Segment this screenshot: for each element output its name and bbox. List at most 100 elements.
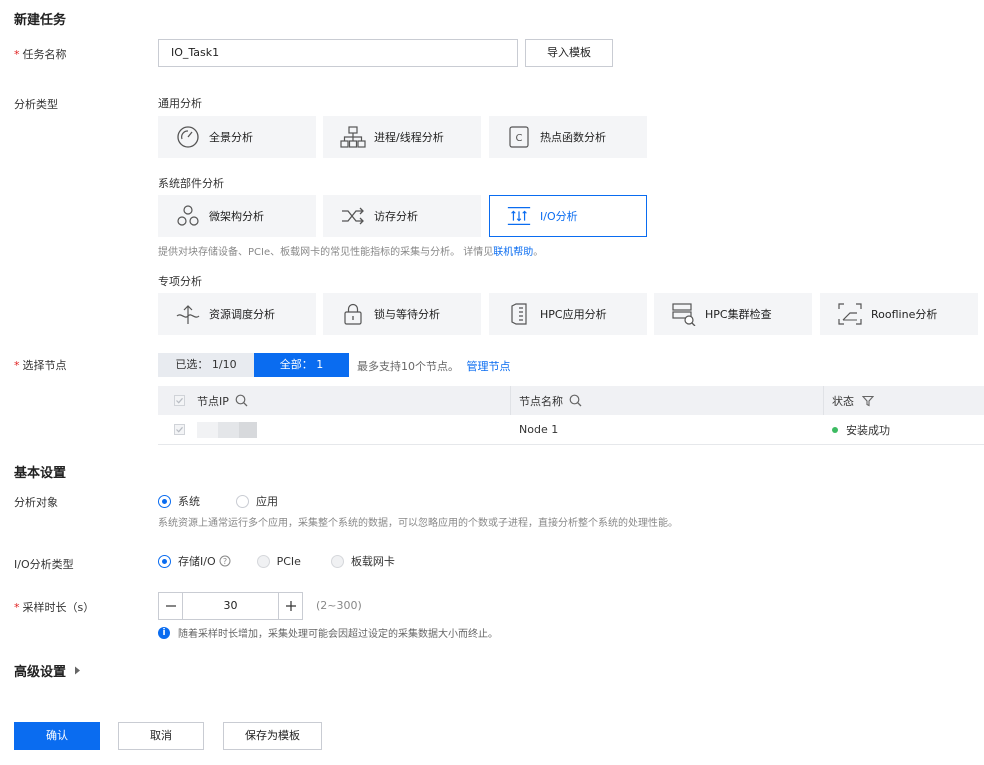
column-status: 状态 — [824, 386, 984, 415]
hierarchy-icon — [340, 124, 366, 150]
radio-indicator — [256, 554, 270, 568]
radio-indicator — [236, 494, 249, 508]
special-analysis-label: 专项分析 — [158, 275, 202, 288]
schedule-icon — [175, 301, 201, 327]
row-checkbox[interactable] — [174, 424, 185, 435]
sampling-duration-label: * 采样时长（s） — [14, 601, 95, 614]
column-label: 节点名称 — [519, 394, 563, 408]
radio-onboard-nic[interactable]: 板载网卡 — [330, 553, 395, 569]
table-row[interactable]: Node 1 安装成功 — [158, 415, 984, 445]
tab-selected-nodes[interactable]: 已选： 1/10 — [158, 353, 254, 377]
card-label: 进程/线程分析 — [374, 131, 444, 144]
cell-node-name: Node 1 — [511, 415, 824, 444]
hpc-cluster-icon — [671, 301, 697, 327]
task-name-label: * 任务名称 — [14, 48, 67, 61]
radio-application[interactable]: 应用 — [236, 493, 278, 509]
cancel-button[interactable]: 取消 — [118, 722, 204, 750]
card-label: 锁与等待分析 — [374, 308, 440, 321]
card-io-analysis[interactable]: I/O分析 — [489, 195, 647, 237]
manage-nodes-link[interactable]: 管理节点 — [467, 360, 511, 373]
card-process-thread-analysis[interactable]: 进程/线程分析 — [323, 116, 481, 158]
advanced-settings-toggle[interactable]: 高级设置 — [14, 661, 81, 680]
confirm-button[interactable]: 确认 — [14, 722, 100, 750]
hpc-app-icon — [506, 301, 532, 327]
node-table: 节点IP 节点名称 状态 Node 1 安装成功 — [158, 386, 984, 445]
card-label: 微架构分析 — [209, 210, 264, 223]
card-lock-wait-analysis[interactable]: 锁与等待分析 — [323, 293, 481, 335]
card-panorama-analysis[interactable]: 全景分析 — [158, 116, 316, 158]
hint-end: 。 — [533, 247, 544, 258]
card-hpc-cluster-check[interactable]: HPC集群检查 — [654, 293, 812, 335]
roofline-icon — [837, 301, 863, 327]
analysis-target-label: 分析对象 — [14, 496, 58, 509]
system-analysis-label: 系统部件分析 — [158, 177, 224, 190]
node-name: Node 1 — [519, 423, 559, 436]
help-icon[interactable]: ? — [219, 555, 231, 567]
save-template-button[interactable]: 保存为模板 — [223, 722, 322, 750]
card-label: 热点函数分析 — [540, 131, 606, 144]
card-label: 全景分析 — [209, 131, 253, 144]
io-analysis-hint: 提供对块存储设备、PCIe、板载网卡的常见性能指标的采集与分析。 详情见联机帮助… — [158, 243, 543, 258]
duration-hint-text: 随着采样时长增加，采集处理可能会因超过设定的采集数据大小而终止。 — [178, 629, 498, 640]
card-resource-scheduling-analysis[interactable]: 资源调度分析 — [158, 293, 316, 335]
decrement-button[interactable] — [158, 592, 183, 620]
import-template-button[interactable]: 导入模板 — [525, 39, 613, 67]
node-limit-text: 最多支持10个节点。 — [357, 360, 459, 373]
task-name-input[interactable]: IO_Task1 — [158, 39, 518, 67]
card-label: 访存分析 — [374, 210, 418, 223]
search-icon[interactable] — [235, 394, 248, 407]
card-label: Roofline分析 — [871, 308, 938, 321]
select-all-checkbox[interactable] — [174, 395, 185, 406]
shuffle-icon — [340, 203, 366, 229]
sampling-duration-stepper: 30 — [158, 592, 303, 620]
card-label: 资源调度分析 — [209, 308, 275, 321]
card-microarch-analysis[interactable]: 微架构分析 — [158, 195, 316, 237]
radio-storage-io[interactable]: 存储I/O ? — [158, 553, 231, 569]
card-label: HPC应用分析 — [540, 308, 607, 321]
status-dot — [832, 426, 838, 433]
io-icon — [506, 203, 532, 229]
masked-ip — [197, 421, 257, 438]
io-type-label: I/O分析类型 — [14, 558, 74, 571]
online-help-link[interactable]: 联机帮助 — [493, 247, 533, 258]
svg-text:?: ? — [222, 557, 226, 566]
table-header: 节点IP 节点名称 状态 — [158, 386, 984, 415]
microarch-icon — [175, 203, 201, 229]
card-hotspot-function-analysis[interactable]: C 热点函数分析 — [489, 116, 647, 158]
function-c-icon: C — [506, 124, 532, 150]
card-roofline-analysis[interactable]: Roofline分析 — [820, 293, 978, 335]
caret-right-icon — [74, 666, 81, 675]
hint-text: 提供对块存储设备、PCIe、板载网卡的常见性能指标的采集与分析。 详情见 — [158, 247, 494, 258]
analysis-target-radio-group: 系统 应用 — [158, 493, 314, 509]
info-icon: i — [158, 626, 170, 639]
gauge-icon — [175, 124, 201, 150]
column-node-ip: 节点IP — [158, 386, 511, 415]
io-type-radio-group: 存储I/O ? PCIe 板载网卡 — [158, 553, 431, 569]
general-analysis-label: 通用分析 — [158, 97, 202, 110]
filter-icon[interactable] — [862, 395, 874, 407]
tab-all-nodes[interactable]: 全部： 1 — [254, 353, 349, 377]
lock-icon — [340, 301, 366, 327]
card-label: I/O分析 — [540, 210, 578, 223]
node-filter-tabs: 已选： 1/10 全部： 1 — [158, 353, 349, 377]
card-label: HPC集群检查 — [705, 308, 772, 321]
increment-button[interactable] — [278, 592, 303, 620]
status-text: 安装成功 — [846, 423, 890, 437]
advanced-settings-title: 高级设置 — [14, 665, 67, 680]
sampling-duration-input[interactable]: 30 — [183, 592, 278, 620]
radio-indicator — [330, 554, 344, 568]
select-nodes-label: * 选择节点 — [14, 359, 67, 372]
radio-indicator — [158, 494, 171, 508]
svg-text:C: C — [516, 133, 523, 144]
column-label: 状态 — [832, 394, 854, 408]
duration-range: (2~300) — [316, 599, 362, 612]
radio-pcie[interactable]: PCIe — [256, 553, 301, 569]
card-memory-access-analysis[interactable]: 访存分析 — [323, 195, 481, 237]
search-icon[interactable] — [569, 394, 582, 407]
radio-system[interactable]: 系统 — [158, 493, 200, 509]
basic-settings-title: 基本设置 — [14, 466, 67, 481]
card-hpc-app-analysis[interactable]: HPC应用分析 — [489, 293, 647, 335]
cell-status: 安装成功 — [824, 415, 984, 444]
column-label: 节点IP — [197, 394, 229, 408]
duration-hint: i 随着采样时长增加，采集处理可能会因超过设定的采集数据大小而终止。 — [158, 625, 498, 640]
